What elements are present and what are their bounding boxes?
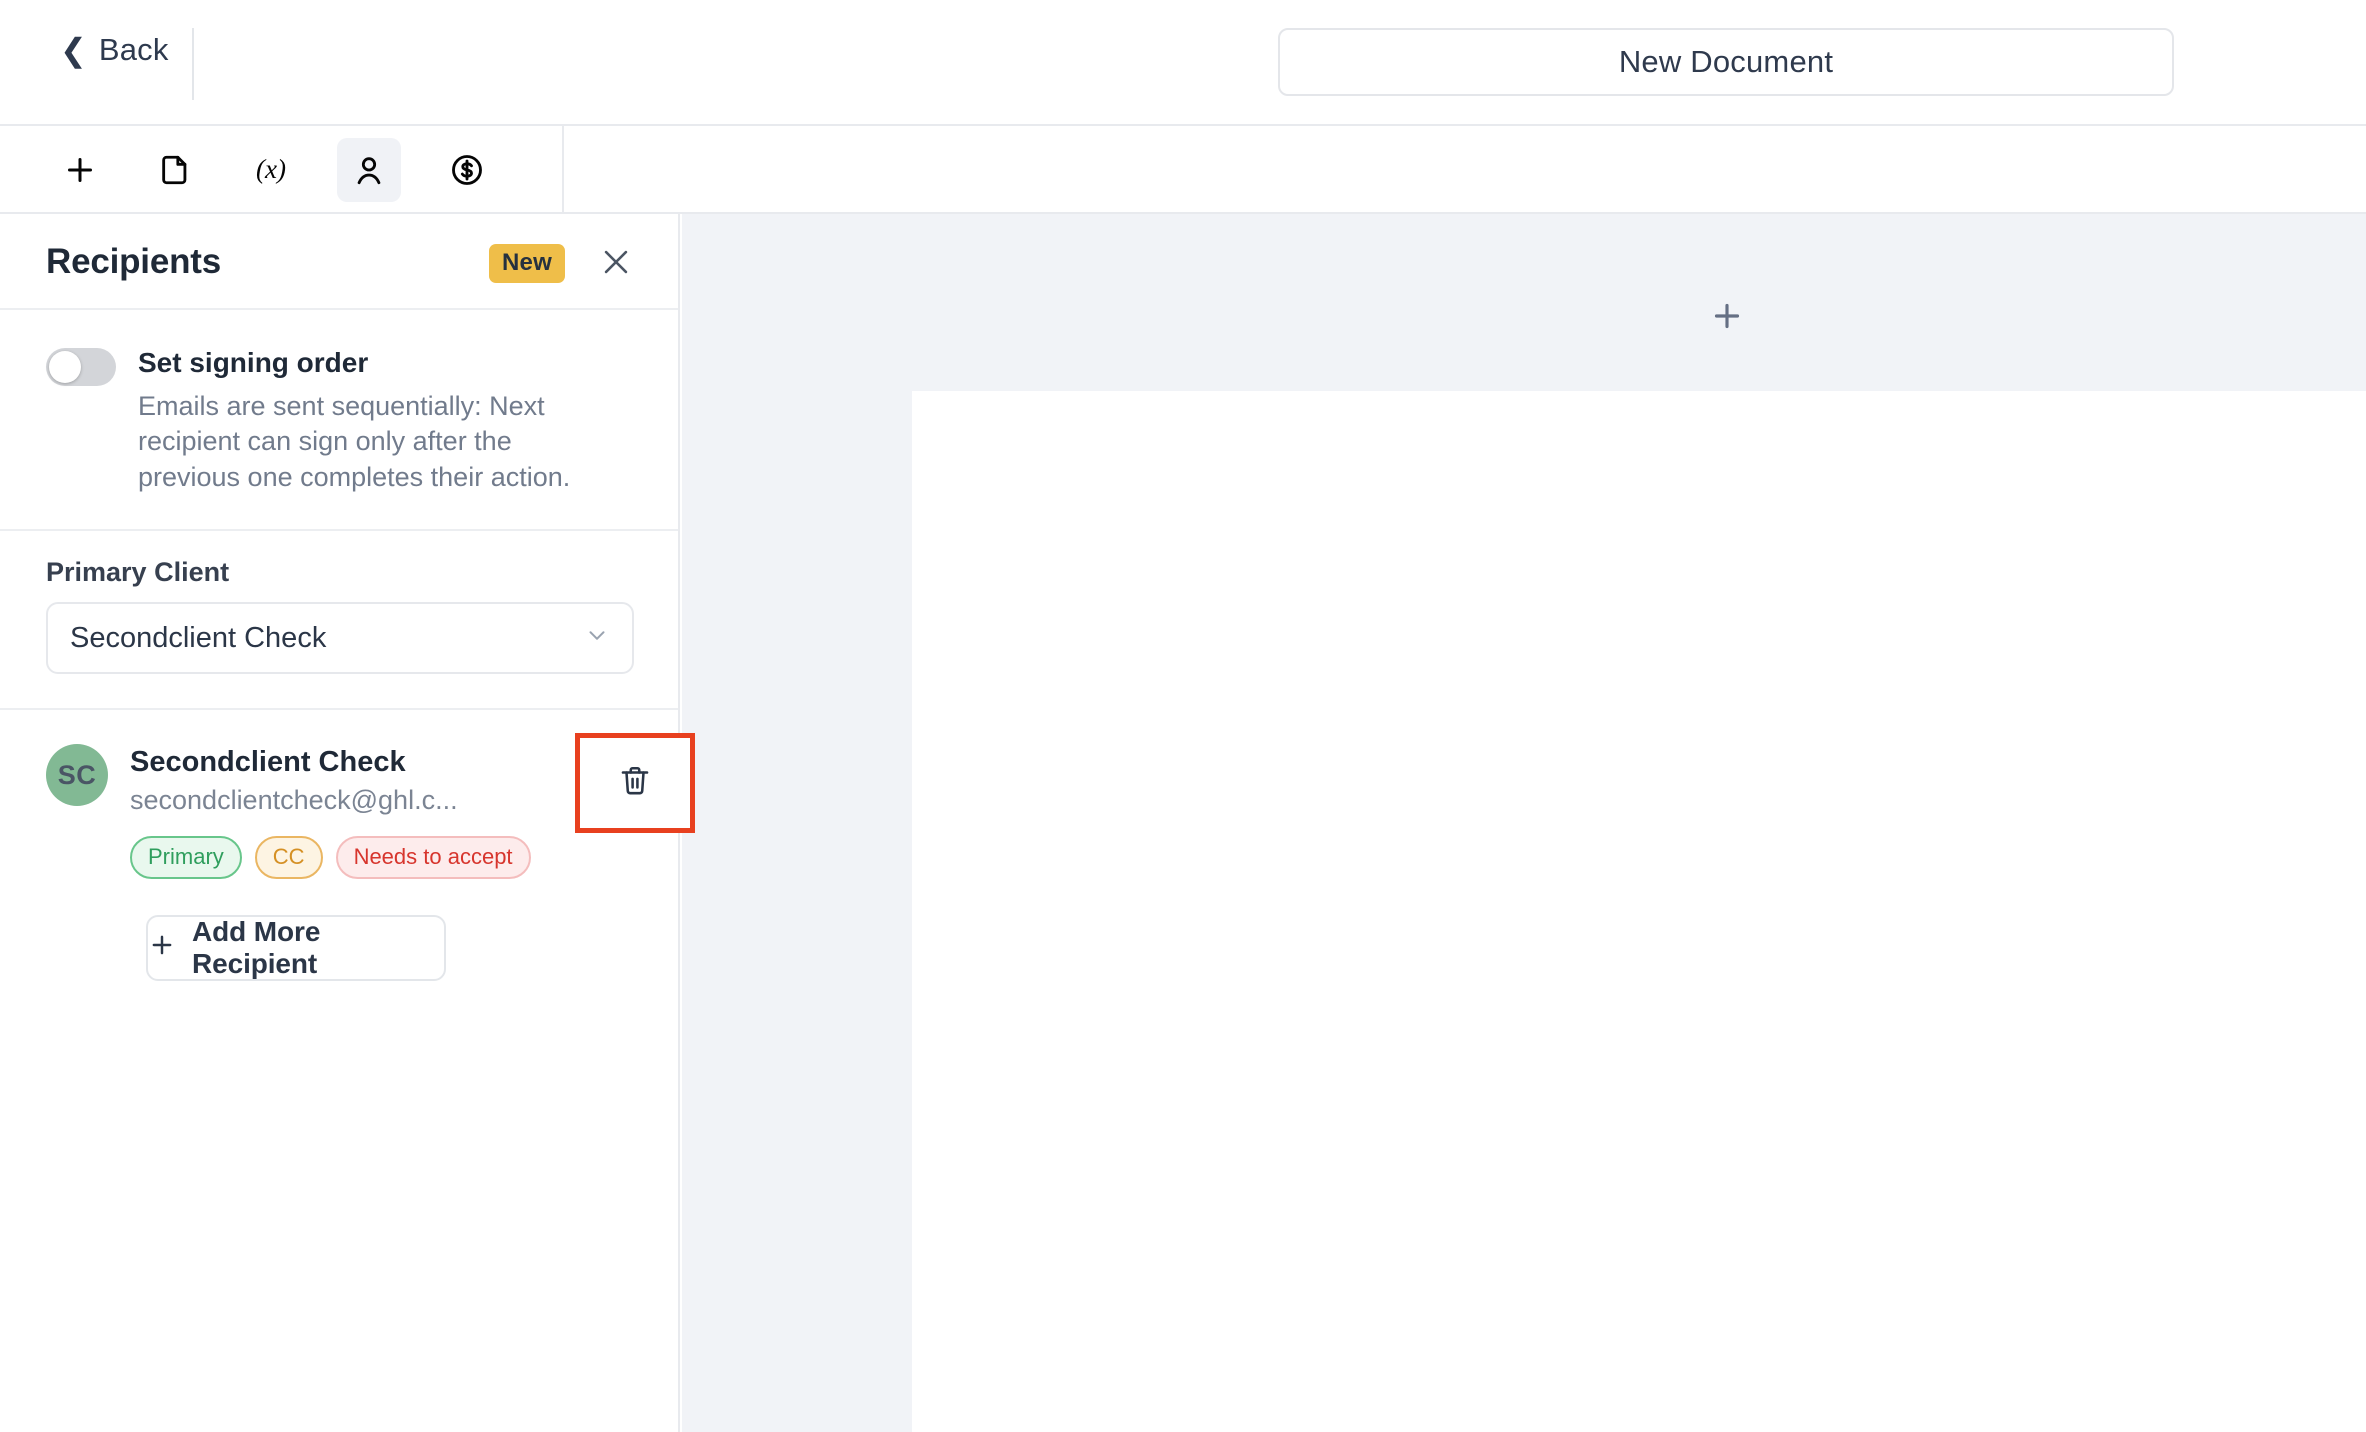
trash-icon [618,764,652,803]
add-element-button[interactable] [48,138,112,202]
payment-button[interactable] [435,138,499,202]
back-button-label: Back [98,32,169,67]
avatar: SC [46,744,108,807]
recipient-email: secondclientcheck@ghl.c... [130,784,458,815]
delete-recipient-button[interactable] [580,738,690,828]
primary-client-select[interactable]: Secondclient Check [46,602,634,675]
new-badge: New [489,244,565,283]
top-bar: ❮ Back New Document [0,0,2366,126]
set-signing-order-toggle[interactable] [46,348,116,386]
chevron-left-icon: ❮ [60,32,87,68]
add-page-button[interactable] [1705,296,1749,340]
add-more-recipient-label: Add More Recipient [192,915,321,979]
panel-header: Recipients [0,214,678,310]
toggle-knob [49,351,81,383]
recipients-button[interactable] [337,138,401,202]
document-editor-app: ❮ Back New Document (x) New Recipients S… [0,0,2366,1432]
status-badge-primary: Primary [130,835,242,879]
document-button[interactable] [143,138,207,202]
status-badge-cc: CC [254,835,323,879]
document-title-field[interactable]: New Document [1278,28,2174,96]
signing-order-description: Emails are sent sequentially: Next recip… [138,390,571,492]
list-item[interactable]: SC Secondclient Check secondclientcheck@… [46,744,632,879]
plus-icon [62,152,98,188]
chevron-down-icon [584,623,610,654]
recipient-name: Secondclient Check [130,746,406,779]
dollar-circle-icon [449,152,485,188]
close-icon [599,245,633,284]
file-icon [158,153,192,187]
primary-client-value: Secondclient Check [70,621,327,654]
close-panel-button[interactable] [596,244,636,284]
recipient-list: SC Secondclient Check secondclientcheck@… [0,710,678,981]
primary-client-section: Primary Client Secondclient Check [0,531,678,711]
toolbar-section-divider [562,126,564,214]
toolbar-divider [192,28,194,100]
recipients-panel: Recipients Set signing order Emails are … [0,214,680,1432]
plus-icon [1709,298,1745,339]
document-page[interactable] [912,391,2366,1432]
person-icon [352,153,386,187]
document-title-text: New Document [1618,44,1834,79]
plus-icon [148,931,176,964]
svg-text:(x): (x) [256,154,286,184]
icon-toolbar: (x) New [0,126,2366,283]
page-title: Recipients [46,242,221,281]
variable-button[interactable]: (x) [239,138,303,202]
status-badge-needs-accept: Needs to accept [335,835,531,879]
document-canvas [682,214,2366,1432]
signing-order-label: Set signing order [138,347,369,378]
add-more-recipient-button[interactable]: Add More Recipient [146,914,446,981]
signing-order-section: Set signing order Emails are sent sequen… [0,310,678,532]
primary-client-label: Primary Client [46,557,230,588]
recipient-badges: Primary CC Needs to accept [130,835,632,879]
back-button[interactable]: ❮ Back [60,32,169,68]
variable-x-icon: (x) [251,153,291,187]
